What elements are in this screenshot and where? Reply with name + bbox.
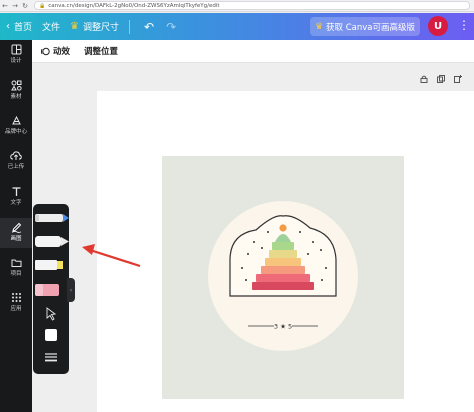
crown-icon: ♛ xyxy=(70,21,79,32)
duplicate-page-icon[interactable] xyxy=(437,75,445,83)
cake-illustration[interactable]: 3 ★ 5 xyxy=(162,156,404,399)
sidebar-item-projects[interactable]: 项目 xyxy=(0,257,32,283)
pen-tool[interactable] xyxy=(35,214,69,222)
position-label: 调整位置 xyxy=(84,47,119,57)
sidebar-item-label: 文字 xyxy=(10,200,22,206)
more-options-icon[interactable]: ⋮ xyxy=(458,18,470,32)
draw-icon xyxy=(11,222,21,233)
caption-text: 3 ★ 5 xyxy=(274,323,292,331)
lock-icon: 🔒 xyxy=(39,2,46,9)
select-pointer-icon[interactable] xyxy=(46,307,57,321)
sidebar-item-draw[interactable]: 画图 xyxy=(0,218,32,248)
sidebar-item-elements[interactable]: 素材 xyxy=(0,80,32,106)
sidebar-item-brand[interactable]: 品牌中心 xyxy=(0,115,32,141)
add-page-icon[interactable] xyxy=(454,75,462,83)
elements-icon xyxy=(10,80,22,91)
editor-top-bar: ‹ 首页 文件 ♛ 调整尺寸 ↶ ↷ ♛ 获取 Canva可画高级版 U ⋮ xyxy=(0,13,474,40)
page-controls xyxy=(420,75,462,83)
chevron-left-icon: ‹ xyxy=(6,21,10,32)
lock-icon[interactable] xyxy=(420,75,428,83)
resize-label: 调整尺寸 xyxy=(83,23,120,33)
upgrade-pro-button[interactable]: ♛ 获取 Canva可画高级版 xyxy=(310,17,420,36)
file-label: 文件 xyxy=(42,23,61,33)
url-field[interactable]: 🔒 canva.cn/design/DAFkL-2gNo0/Ond-ZWS6Yz… xyxy=(34,1,470,10)
sidebar-item-label: 素材 xyxy=(10,94,22,100)
design-grid-icon xyxy=(11,44,21,55)
divider xyxy=(129,19,131,34)
undo-redo-group: ↶ ↷ xyxy=(144,20,176,34)
crown-icon: ♛ xyxy=(314,21,324,32)
forward-icon[interactable]: → xyxy=(10,2,20,10)
sidebar-item-design[interactable]: 设计 xyxy=(0,44,32,70)
sidebar-item-label: 已上传 xyxy=(7,164,25,170)
animate-button[interactable]: 动效 xyxy=(41,45,70,57)
file-menu-button[interactable]: 文件 xyxy=(42,20,60,33)
home-label: 首页 xyxy=(14,23,33,33)
sidebar-item-text[interactable]: 文字 xyxy=(0,186,32,212)
color-swatch[interactable] xyxy=(45,329,57,341)
redo-icon[interactable]: ↷ xyxy=(166,20,176,34)
upgrade-label: 获取 Canva可画高级版 xyxy=(326,22,416,33)
eraser-tool[interactable] xyxy=(35,284,59,296)
brand-icon xyxy=(11,115,21,125)
reload-icon[interactable]: ↻ xyxy=(20,2,30,10)
sidebar-item-label: 画图 xyxy=(10,236,22,242)
sidebar-item-label: 项目 xyxy=(10,271,22,277)
collapse-panel-button[interactable]: ‹ xyxy=(67,278,75,302)
undo-icon[interactable]: ↶ xyxy=(144,20,154,34)
chevron-left-icon: ‹ xyxy=(69,286,73,294)
animate-icon xyxy=(41,47,50,55)
context-toolbar: 动效 调整位置 xyxy=(32,40,474,63)
sidebar-item-apps[interactable]: 应用 xyxy=(0,292,32,318)
browser-address-bar: ← → ↻ 🔒 canva.cn/design/DAFkL-2gNo0/Ond-… xyxy=(0,0,474,12)
apps-icon xyxy=(11,293,21,302)
text-icon xyxy=(12,187,20,196)
position-button[interactable]: 调整位置 xyxy=(84,45,118,57)
home-button[interactable]: ‹ 首页 xyxy=(6,20,32,33)
line-weight-icon[interactable] xyxy=(45,353,57,362)
back-icon[interactable]: ← xyxy=(0,2,10,10)
folder-icon xyxy=(11,259,21,267)
marker-tool[interactable] xyxy=(35,236,69,247)
sidebar-item-uploads[interactable]: 已上传 xyxy=(0,150,32,176)
url-text: canva.cn/design/DAFkL-2gNo0/Ond-ZWS6YzAm… xyxy=(48,2,220,9)
sidebar-item-label: 应用 xyxy=(10,306,22,312)
left-sidebar: 设计 素材 品牌中心 已上传 文字 画图 项目 应用 xyxy=(0,40,32,412)
highlighter-tool[interactable] xyxy=(35,260,63,270)
upload-icon xyxy=(10,151,22,160)
artboard[interactable]: 3 ★ 5 xyxy=(162,156,404,399)
sidebar-item-label: 设计 xyxy=(10,58,22,64)
avatar[interactable]: U xyxy=(428,16,448,36)
sidebar-item-label: 品牌中心 xyxy=(4,129,27,135)
annotation-arrow-head xyxy=(82,244,95,255)
resize-button[interactable]: ♛ 调整尺寸 xyxy=(70,20,119,33)
animate-label: 动效 xyxy=(53,47,71,57)
drawing-tools-panel: ‹ xyxy=(33,204,75,374)
